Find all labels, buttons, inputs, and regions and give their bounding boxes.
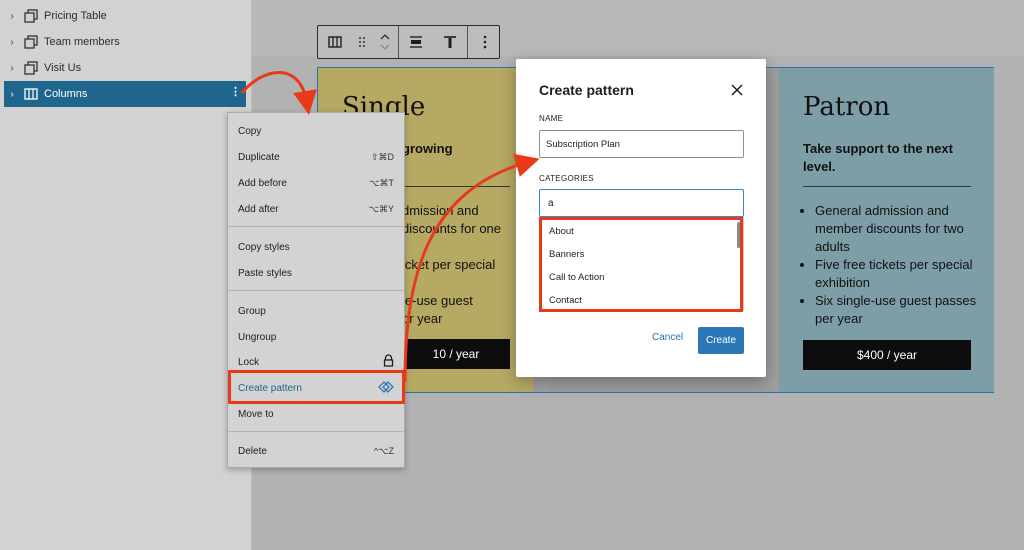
menu-item-add-after[interactable]: Add after ⌥⌘Y	[228, 198, 404, 220]
pattern-name-input[interactable]	[539, 130, 744, 158]
menu-separator	[228, 290, 404, 291]
chevron-right-icon[interactable]: ›	[4, 11, 20, 22]
menu-item-label: Group	[238, 305, 266, 317]
more-options-icon[interactable]	[468, 26, 502, 58]
menu-item-create-pattern[interactable]: Create pattern	[228, 377, 404, 399]
list-item-label: Columns	[44, 88, 88, 100]
reusable-block-icon	[24, 9, 38, 23]
justify-icon[interactable]	[399, 26, 433, 58]
suggestion-contact[interactable]: Contact	[549, 295, 582, 306]
toolbar-group-parent	[318, 26, 399, 58]
column-title: Patron	[803, 92, 891, 122]
price-button[interactable]: $400 / year	[803, 340, 971, 370]
menu-item-label: Move to	[238, 408, 274, 420]
column-list: dmission and discounts for one icket per…	[402, 202, 527, 328]
menu-item-shortcut: ⇧⌘D	[370, 151, 394, 162]
drag-handle-icon[interactable]	[352, 26, 372, 58]
column-divider	[402, 186, 510, 187]
toolbar-group-more	[468, 26, 502, 58]
menu-item-group[interactable]: Group	[228, 300, 404, 322]
cancel-button[interactable]: Cancel	[652, 332, 683, 343]
price-button[interactable]: 10 / year	[402, 339, 510, 369]
suggestion-about[interactable]: About	[549, 226, 574, 237]
list-item: Six single-use guest passes per year	[815, 292, 997, 328]
chevron-right-icon[interactable]: ›	[4, 89, 20, 100]
move-up-down-icon[interactable]	[372, 26, 398, 58]
reusable-block-icon	[24, 61, 38, 75]
menu-item-shortcut: ⌥⌘T	[369, 177, 394, 188]
list-item-label: Team members	[44, 36, 120, 48]
menu-item-ungroup[interactable]: Ungroup	[228, 326, 404, 348]
menu-item-label: Duplicate	[238, 151, 280, 163]
menu-item-label: Create pattern	[238, 382, 302, 394]
categories-label: CATEGORIES	[539, 174, 594, 183]
menu-item-paste-styles[interactable]: Paste styles	[228, 262, 404, 284]
block-options-menu: Copy Duplicate ⇧⌘D Add before ⌥⌘T Add afte…	[227, 112, 405, 468]
list-item-label: Visit Us	[44, 62, 82, 74]
list-item-label: Pricing Table	[44, 10, 107, 22]
list-text: icket per special	[402, 257, 496, 272]
list-text: or year	[402, 311, 443, 326]
menu-item-label: Copy styles	[238, 241, 290, 253]
chevron-right-icon[interactable]: ›	[4, 63, 20, 74]
reusable-block-icon	[24, 35, 38, 49]
columns-block-button[interactable]	[318, 26, 352, 58]
menu-separator	[228, 226, 404, 227]
menu-item-label: Paste styles	[238, 267, 292, 279]
menu-item-label: Lock	[238, 356, 260, 368]
menu-item-lock[interactable]: Lock	[228, 351, 404, 373]
list-item-visit-us[interactable]: › Visit Us	[4, 55, 246, 81]
lock-icon	[383, 354, 394, 370]
symbol-icon	[378, 380, 394, 396]
column-subtitle: Take support to the next level.	[803, 141, 953, 174]
column-patron[interactable]: Patron Take support to the next level. G…	[779, 68, 994, 392]
menu-item-shortcut: ^⌥Z	[373, 445, 394, 456]
menu-item-duplicate[interactable]: Duplicate ⇧⌘D	[228, 146, 404, 168]
column-subtitle: growing	[402, 141, 453, 156]
menu-item-copy-styles[interactable]: Copy styles	[228, 236, 404, 258]
list-item: Five free tickets per special exhibition	[815, 256, 997, 292]
menu-item-shortcut: ⌥⌘Y	[368, 203, 394, 214]
categories-input[interactable]	[539, 189, 744, 217]
menu-item-copy[interactable]: Copy	[228, 120, 404, 142]
list-item-team-members[interactable]: › Team members	[4, 29, 246, 55]
modal-title: Create pattern	[539, 82, 634, 98]
columns-icon	[24, 87, 38, 101]
more-options-icon[interactable]: ⋮	[230, 85, 241, 98]
menu-item-delete[interactable]: Delete ^⌥Z	[228, 440, 404, 462]
name-label: NAME	[539, 114, 564, 123]
menu-item-label: Add before	[238, 177, 287, 189]
suggestions-scrollbar[interactable]	[737, 222, 741, 248]
menu-item-move-to[interactable]: Move to	[228, 403, 404, 425]
list-item: General admission and member discounts f…	[815, 202, 997, 256]
column-divider	[803, 186, 971, 187]
create-button[interactable]: Create	[698, 327, 744, 354]
list-text: dmission and	[402, 203, 479, 218]
toolbar-group-align	[399, 26, 468, 58]
list-item-columns[interactable]: › Columns ⋮	[4, 81, 246, 107]
list-view-panel: › Pricing Table › Team members › Visit U…	[0, 0, 252, 550]
create-pattern-modal: Create pattern NAME CATEGORIES About Ban…	[516, 59, 766, 377]
close-icon[interactable]	[728, 81, 746, 99]
block-toolbar	[317, 25, 500, 59]
list-item-pricing-table[interactable]: › Pricing Table	[4, 3, 246, 29]
menu-item-add-before[interactable]: Add before ⌥⌘T	[228, 172, 404, 194]
chevron-right-icon[interactable]: ›	[4, 37, 20, 48]
columns-icon	[328, 36, 342, 48]
menu-item-label: Ungroup	[238, 331, 277, 343]
menu-item-label: Copy	[238, 125, 262, 137]
menu-item-label: Add after	[238, 203, 279, 215]
column-list: General admission and member discounts f…	[803, 202, 997, 328]
suggestion-call-to-action[interactable]: Call to Action	[549, 272, 604, 283]
menu-separator	[228, 431, 404, 432]
list-text: le-use guest	[402, 293, 473, 308]
suggestion-banners[interactable]: Banners	[549, 249, 584, 260]
align-top-icon[interactable]	[433, 26, 467, 58]
categories-suggestions: About Banners Call to Action Contact	[539, 217, 744, 311]
menu-item-label: Delete	[238, 445, 267, 457]
list-text: discounts for one	[402, 221, 502, 236]
